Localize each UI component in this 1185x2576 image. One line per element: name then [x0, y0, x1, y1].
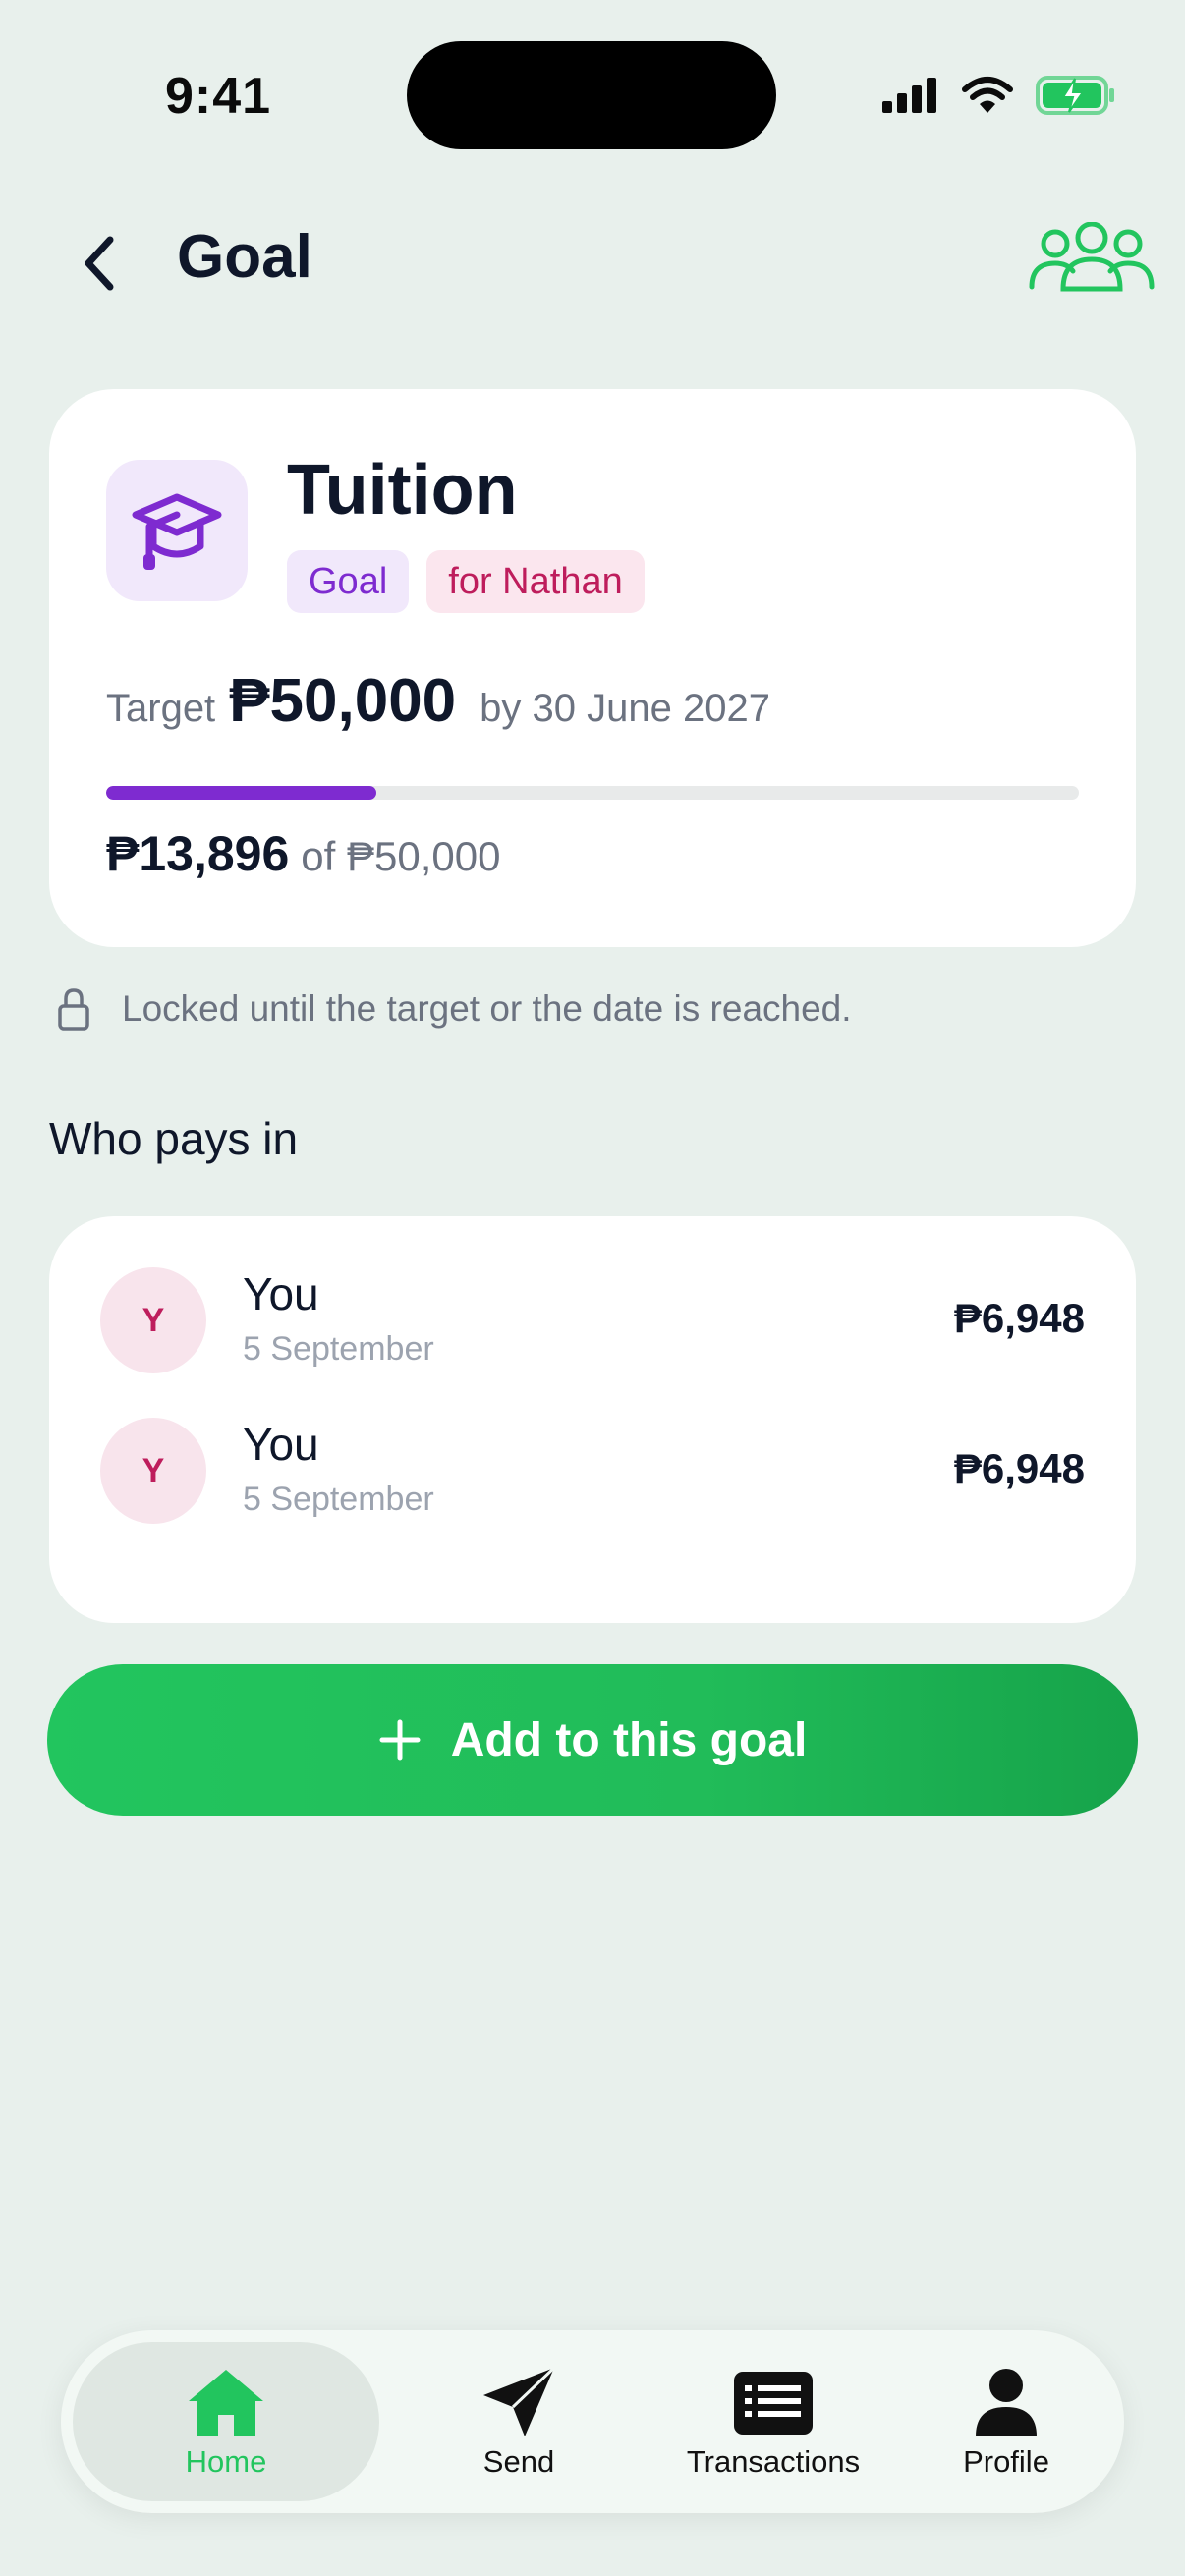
avatar: Y: [100, 1418, 206, 1524]
saved-of-target: of ₱50,000: [301, 833, 501, 879]
tab-send[interactable]: Send: [401, 2342, 637, 2501]
who-pays-title: Who pays in: [49, 1113, 299, 1164]
battery-charging-icon: [1036, 76, 1114, 115]
goal-card: Tuition Goal for Nathan Target ₱50,000 b…: [49, 389, 1136, 947]
saved-line: ₱13,896 of ₱50,000: [106, 825, 500, 882]
people-group-icon: [1029, 221, 1155, 292]
goal-progress-bar: [106, 786, 1079, 800]
target-line: Target ₱50,000 by 30 June 2027: [106, 666, 770, 736]
payer-date: 5 September: [243, 1330, 434, 1368]
back-button[interactable]: [69, 228, 132, 299]
tab-home[interactable]: Home: [73, 2342, 379, 2501]
lock-icon: [58, 988, 89, 1031]
tab-transactions[interactable]: Transactions: [631, 2342, 916, 2501]
tab-profile-label: Profile: [963, 2444, 1049, 2479]
beneficiary-badge: for Nathan: [426, 550, 645, 613]
lock-notice: Locked until the target or the date is r…: [57, 986, 852, 1032]
saved-amount: ₱13,896: [106, 826, 290, 881]
status-time: 9:41: [165, 68, 272, 125]
payer-name: You: [243, 1268, 319, 1319]
lock-notice-text: Locked until the target or the date is r…: [122, 988, 852, 1029]
add-to-goal-label: Add to this goal: [450, 1713, 808, 1766]
goal-name: Tuition: [287, 451, 518, 530]
tab-profile[interactable]: Profile: [898, 2342, 1114, 2501]
status-icons: [880, 75, 1116, 116]
send-icon: [483, 2366, 556, 2436]
target-label: Target: [106, 687, 216, 730]
chevron-left-icon: [85, 236, 114, 291]
payer-row[interactable]: Y You 5 September ₱6,948: [100, 1267, 1085, 1375]
payer-amount: ₱6,948: [953, 1445, 1085, 1491]
transactions-list-icon: [734, 2372, 813, 2435]
wifi-icon: [962, 77, 1013, 113]
cellular-signal-icon: [882, 78, 936, 113]
graduation-cap-icon: [132, 493, 222, 570]
target-date: by 30 June 2027: [480, 687, 770, 730]
members-button[interactable]: [1028, 221, 1156, 293]
add-to-goal-button[interactable]: Add to this goal: [47, 1664, 1138, 1816]
tab-send-label: Send: [482, 2444, 555, 2479]
goal-tags: Goal for Nathan: [287, 550, 645, 613]
plus-icon: [379, 1719, 421, 1761]
payer-date: 5 September: [243, 1481, 434, 1518]
home-icon: [189, 2370, 263, 2436]
payer-amount: ₱6,948: [953, 1295, 1085, 1341]
tab-transactions-label: Transactions: [686, 2444, 861, 2479]
payer-name: You: [243, 1419, 319, 1470]
target-amount: ₱50,000: [229, 667, 457, 735]
page-title: Goal: [177, 223, 312, 291]
goal-type-badge: Goal: [287, 550, 410, 613]
payer-row[interactable]: Y You 5 September ₱6,948: [100, 1418, 1085, 1526]
dynamic-island: [407, 41, 776, 149]
goal-icon-tile: [106, 460, 248, 601]
goal-progress-fill: [106, 786, 377, 800]
bottom-tab-bar: Home Send Transactions Profile: [61, 2330, 1124, 2513]
payers-card: Y You 5 September ₱6,948 Y You 5 Septemb…: [49, 1216, 1136, 1623]
profile-icon: [976, 2369, 1037, 2436]
tab-home-label: Home: [185, 2444, 267, 2479]
avatar: Y: [100, 1267, 206, 1373]
